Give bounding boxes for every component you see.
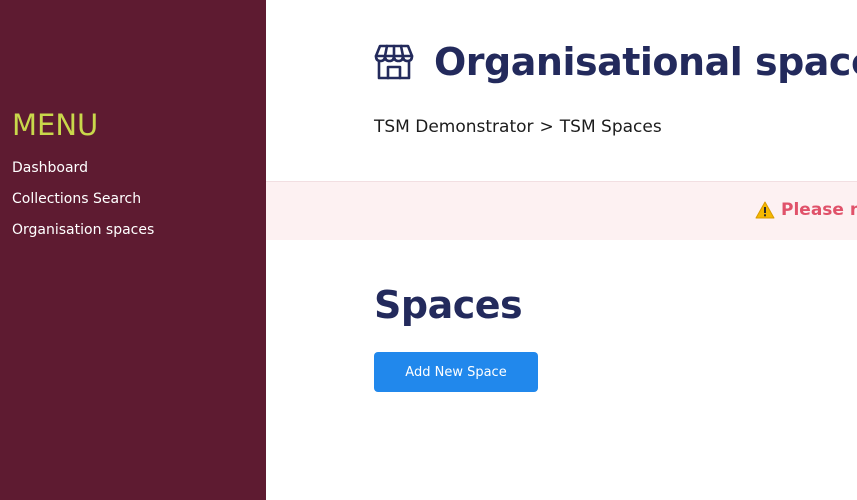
sidebar-item-collections-search[interactable]: Collections Search: [12, 191, 154, 222]
page-title: Organisational spaces: [434, 40, 857, 84]
spaces-heading: Spaces: [374, 283, 523, 327]
sidebar-menu: Dashboard Collections Search Organisatio…: [12, 160, 154, 253]
breadcrumb-item-spaces[interactable]: TSM Spaces: [560, 117, 662, 137]
breadcrumb: TSM Demonstrator > TSM Spaces: [374, 117, 662, 137]
breadcrumb-separator: >: [539, 117, 554, 137]
page-header: Organisational spaces: [374, 40, 857, 84]
sidebar: MENU Dashboard Collections Search Organi…: [0, 0, 266, 500]
add-new-space-button[interactable]: Add New Space: [374, 352, 538, 392]
sidebar-item-organisation-spaces[interactable]: Organisation spaces: [12, 222, 154, 253]
sidebar-item-dashboard[interactable]: Dashboard: [12, 160, 154, 191]
alert-message: Please n: [781, 200, 857, 220]
main-content: Organisational spaces TSM Demonstrator > T…: [266, 0, 857, 500]
menu-title: MENU: [12, 108, 99, 142]
storefront-icon: [374, 44, 414, 80]
alert-content: Please n: [755, 200, 857, 220]
app-root: MENU Dashboard Collections Search Organi…: [0, 0, 857, 500]
alert-banner: Please n: [266, 181, 857, 240]
warning-icon: [755, 201, 775, 219]
breadcrumb-item-demonstrator[interactable]: TSM Demonstrator: [374, 117, 534, 137]
